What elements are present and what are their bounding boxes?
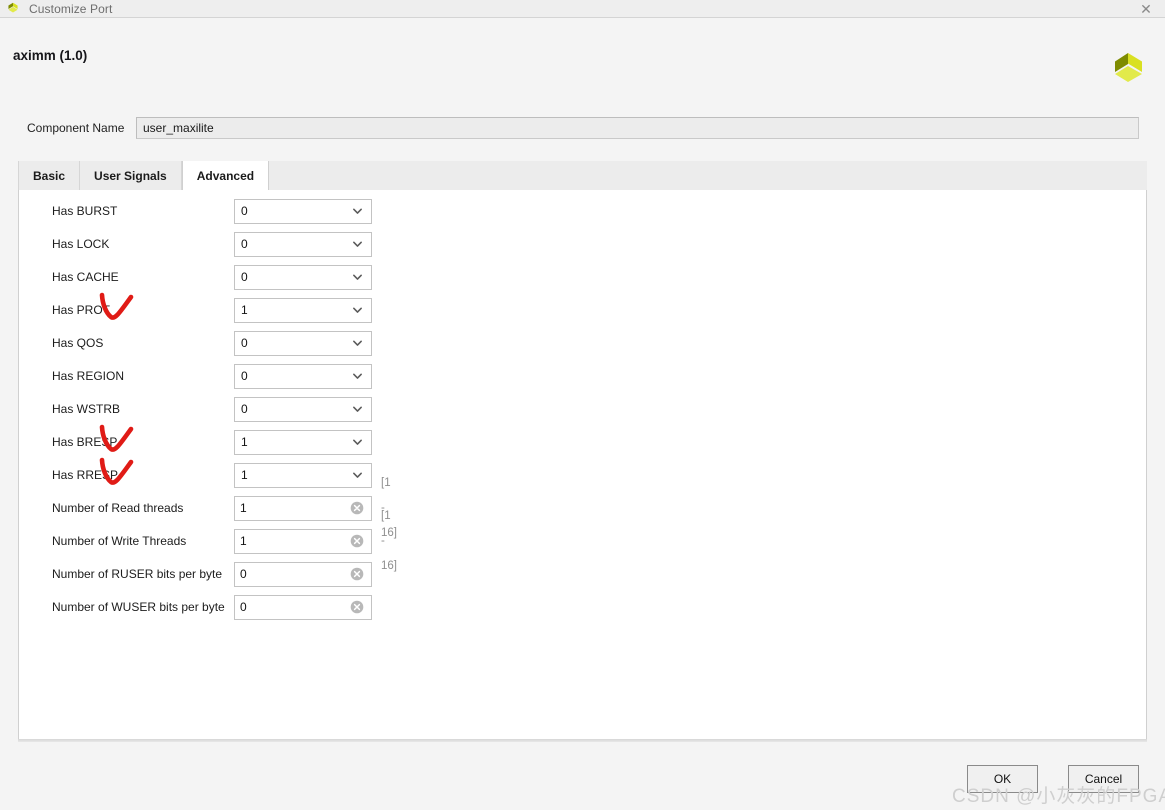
tab-advanced[interactable]: Advanced bbox=[181, 161, 270, 190]
component-name-row: Component Name bbox=[0, 117, 1165, 141]
tabstrip-filler bbox=[269, 161, 1147, 190]
form-row-label: Has REGION bbox=[52, 369, 125, 383]
page-title: aximm (1.0) bbox=[13, 48, 88, 63]
window-title: Customize Port bbox=[29, 1, 113, 16]
form-row-input-value: 1 bbox=[240, 534, 247, 548]
form-row-label: Has RRESP bbox=[52, 468, 119, 482]
form-row-select[interactable]: 1 bbox=[234, 297, 372, 323]
clear-field-icon[interactable] bbox=[350, 534, 364, 548]
vivado-logo-icon bbox=[1107, 50, 1147, 90]
chevron-down-icon bbox=[352, 239, 363, 250]
clear-field-icon[interactable] bbox=[350, 501, 364, 515]
close-icon[interactable]: ✕ bbox=[1133, 1, 1159, 16]
tabstrip: Basic User Signals Advanced bbox=[18, 161, 1147, 190]
chevron-down-icon bbox=[352, 305, 363, 316]
chevron-down-icon bbox=[352, 206, 363, 217]
ok-button[interactable]: OK bbox=[967, 765, 1038, 793]
form-row-select-value: 1 bbox=[241, 435, 248, 449]
form-row-select-value: 0 bbox=[241, 237, 248, 251]
form-row-select-value: 1 bbox=[241, 303, 248, 317]
advanced-settings-panel: Has BURST 0 Has LOCK 0 Has CACHE 0 Has PROT 1 Ha… bbox=[18, 190, 1147, 741]
form-row-select[interactable]: 0 bbox=[234, 363, 372, 389]
form-row-select[interactable]: 0 bbox=[234, 264, 372, 290]
chevron-down-icon bbox=[352, 272, 363, 283]
form-row-input-value: 1 bbox=[240, 501, 247, 515]
form-row-select[interactable]: 1 bbox=[234, 462, 372, 488]
form-row-input[interactable]: 0 bbox=[234, 594, 372, 620]
form-row-select-value: 0 bbox=[241, 336, 248, 350]
clear-field-icon[interactable] bbox=[350, 567, 364, 581]
form-row-input[interactable]: 1 bbox=[234, 528, 372, 554]
chevron-down-icon bbox=[352, 470, 363, 481]
vivado-logo-icon bbox=[5, 2, 21, 16]
form-row-select[interactable]: 0 bbox=[234, 231, 372, 257]
form-row-input-value: 0 bbox=[240, 600, 247, 614]
form-row-label: Number of WUSER bits per byte bbox=[52, 600, 225, 614]
form-row-select-value: 0 bbox=[241, 402, 248, 416]
tab-user-signals[interactable]: User Signals bbox=[80, 161, 182, 190]
tab-basic-label: Basic bbox=[33, 168, 66, 183]
panel-bottom-shadow bbox=[18, 739, 1147, 742]
form-row-label: Number of RUSER bits per byte bbox=[52, 567, 223, 581]
form-row-input[interactable]: 0 bbox=[234, 561, 372, 587]
form-row-range-hint: [1 - 16] bbox=[381, 509, 397, 572]
form-row-select[interactable]: 0 bbox=[234, 198, 372, 224]
form-row-select-value: 1 bbox=[241, 468, 248, 482]
form-row-label: Number of Write Threads bbox=[52, 534, 187, 548]
form-row-input[interactable]: 1 bbox=[234, 495, 372, 521]
component-name-input[interactable] bbox=[136, 117, 1139, 139]
tab-user-signals-label: User Signals bbox=[94, 168, 167, 183]
tab-advanced-label: Advanced bbox=[196, 168, 255, 183]
form-row-label: Has QOS bbox=[52, 336, 104, 350]
form-row-label: Has BRESP bbox=[52, 435, 118, 449]
chevron-down-icon bbox=[352, 371, 363, 382]
form-row-select[interactable]: 1 bbox=[234, 429, 372, 455]
form-row-label: Number of Read threads bbox=[52, 501, 184, 515]
form-row-select[interactable]: 0 bbox=[234, 396, 372, 422]
form-row-select-value: 0 bbox=[241, 369, 248, 383]
form-row-select[interactable]: 0 bbox=[234, 330, 372, 356]
form-row-label: Has BURST bbox=[52, 204, 118, 218]
form-row-label: Has LOCK bbox=[52, 237, 110, 251]
dialog-header: aximm (1.0) bbox=[0, 18, 1165, 96]
window-titlebar: Customize Port ✕ bbox=[0, 0, 1165, 18]
chevron-down-icon bbox=[352, 437, 363, 448]
tab-basic[interactable]: Basic bbox=[18, 161, 81, 190]
form-row-label: Has PROT bbox=[52, 303, 111, 317]
component-name-label: Component Name bbox=[27, 121, 125, 135]
clear-field-icon[interactable] bbox=[350, 600, 364, 614]
form-row-label: Has CACHE bbox=[52, 270, 119, 284]
form-row-select-value: 0 bbox=[241, 270, 248, 284]
chevron-down-icon bbox=[352, 404, 363, 415]
form-row-label: Has WSTRB bbox=[52, 402, 121, 416]
chevron-down-icon bbox=[352, 338, 363, 349]
form-row-select-value: 0 bbox=[241, 204, 248, 218]
form-row-input-value: 0 bbox=[240, 567, 247, 581]
cancel-button[interactable]: Cancel bbox=[1068, 765, 1139, 793]
